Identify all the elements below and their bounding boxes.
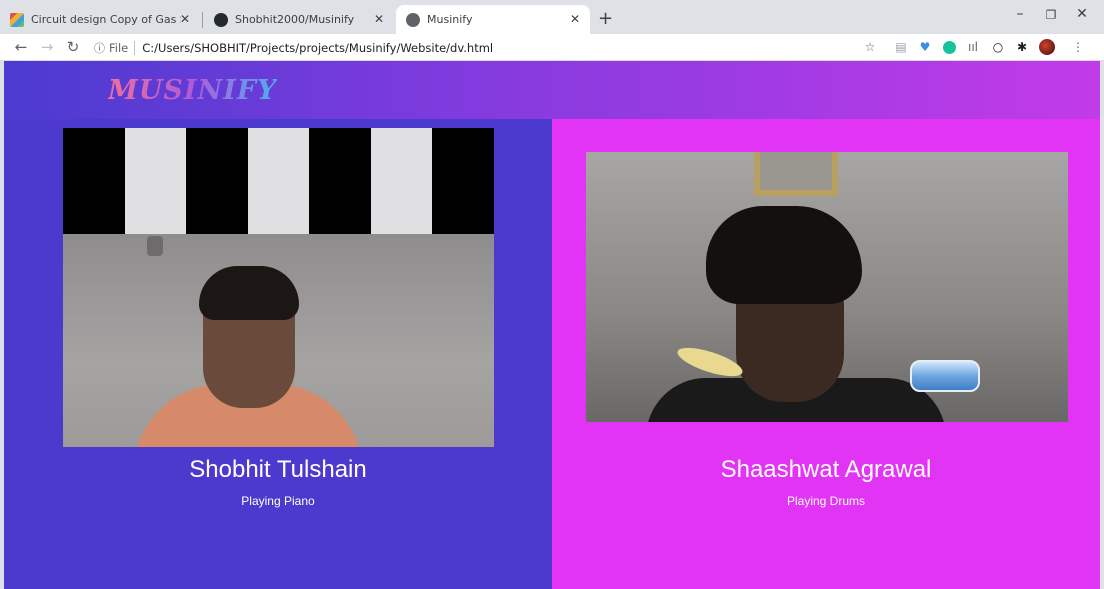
browser-toolbar: ← → ↻ ⓘ File C:/Users/SHOBHIT/Projects/p…	[0, 34, 1104, 61]
close-tab-icon[interactable]: ✕	[372, 12, 386, 26]
performer-activity: Playing Drums	[786, 494, 866, 508]
globe-icon	[406, 12, 420, 27]
piano-video-feed	[63, 128, 494, 447]
metrics-icon[interactable]: ııl	[965, 39, 981, 55]
performer-panel-right: Shaashwat Agrawal Playing Drums	[552, 119, 1100, 589]
tab-title: Circuit design Copy of Gas Senso	[31, 13, 181, 26]
piano-key[interactable]	[63, 128, 125, 234]
info-icon[interactable]: ⓘ	[94, 40, 105, 56]
new-tab-button[interactable]: +	[598, 8, 613, 29]
tab-title: Musinify	[427, 13, 473, 26]
page-content: MUSINIFY Shobhit Tulshain Playing Piano	[4, 61, 1100, 589]
tab-divider	[202, 12, 203, 28]
performer-hair	[706, 206, 862, 304]
piano-key[interactable]	[247, 128, 310, 234]
ring-icon[interactable]: ○	[990, 39, 1006, 55]
tab-circuit-design[interactable]: Circuit design Copy of Gas Senso ✕	[0, 5, 200, 34]
forward-arrow-icon[interactable]: →	[38, 38, 56, 56]
close-tab-icon[interactable]: ✕	[178, 12, 192, 26]
profile-avatar[interactable]	[1039, 39, 1055, 55]
github-icon	[214, 12, 228, 27]
scheme-label: File	[109, 40, 129, 55]
performer-hair	[199, 266, 299, 320]
menu-dots-icon[interactable]: ⋮	[1070, 39, 1086, 55]
piano-keys-overlay	[63, 128, 494, 234]
performer-name: Shaashwat Agrawal	[720, 456, 932, 483]
browser-tab-strip: Circuit design Copy of Gas Senso ✕ Shobh…	[0, 0, 1104, 34]
window-close-icon[interactable]: ✕	[1070, 6, 1094, 22]
site-header: MUSINIFY	[4, 61, 1100, 119]
reload-icon[interactable]: ↻	[64, 38, 82, 56]
address-bar[interactable]: ⓘ File C:/Users/SHOBHIT/Projects/project…	[94, 37, 884, 58]
tinkercad-icon	[10, 12, 24, 27]
back-arrow-icon[interactable]: ←	[12, 38, 30, 56]
extensions-puzzle-icon[interactable]: ✱	[1014, 39, 1030, 55]
drums-video-feed	[586, 152, 1068, 422]
performer-panel-left: Shobhit Tulshain Playing Piano	[4, 119, 552, 589]
piano-key[interactable]	[186, 128, 248, 234]
tab-musinify[interactable]: Musinify ✕	[396, 5, 590, 34]
grammarly-icon[interactable]	[941, 39, 957, 55]
musinify-logo[interactable]: MUSINIFY	[108, 75, 277, 106]
performer-name: Shobhit Tulshain	[189, 456, 367, 483]
tab-github[interactable]: Shobhit2000/Musinify ✕	[204, 5, 394, 34]
wall-picture-frame	[754, 152, 838, 196]
close-tab-icon[interactable]: ✕	[568, 12, 582, 26]
snare-drum-overlay[interactable]	[910, 360, 980, 392]
extension-copy-icon[interactable]: ▤	[893, 39, 909, 55]
minimize-icon[interactable]: –	[1008, 6, 1032, 22]
piano-key[interactable]	[124, 128, 187, 234]
restore-icon[interactable]: ❐	[1039, 8, 1063, 22]
omnibox-divider	[134, 40, 136, 55]
piano-key[interactable]	[370, 128, 433, 234]
bookmark-star-icon[interactable]: ☆	[862, 39, 878, 55]
tab-title: Shobhit2000/Musinify	[235, 13, 355, 26]
performer-activity: Playing Piano	[241, 494, 315, 508]
url-text: C:/Users/SHOBHIT/Projects/projects/Musin…	[142, 40, 494, 55]
piano-key[interactable]	[432, 128, 494, 234]
wall-object	[147, 236, 163, 256]
piano-key[interactable]	[309, 128, 371, 234]
pocket-icon[interactable]: ♥	[917, 39, 933, 55]
